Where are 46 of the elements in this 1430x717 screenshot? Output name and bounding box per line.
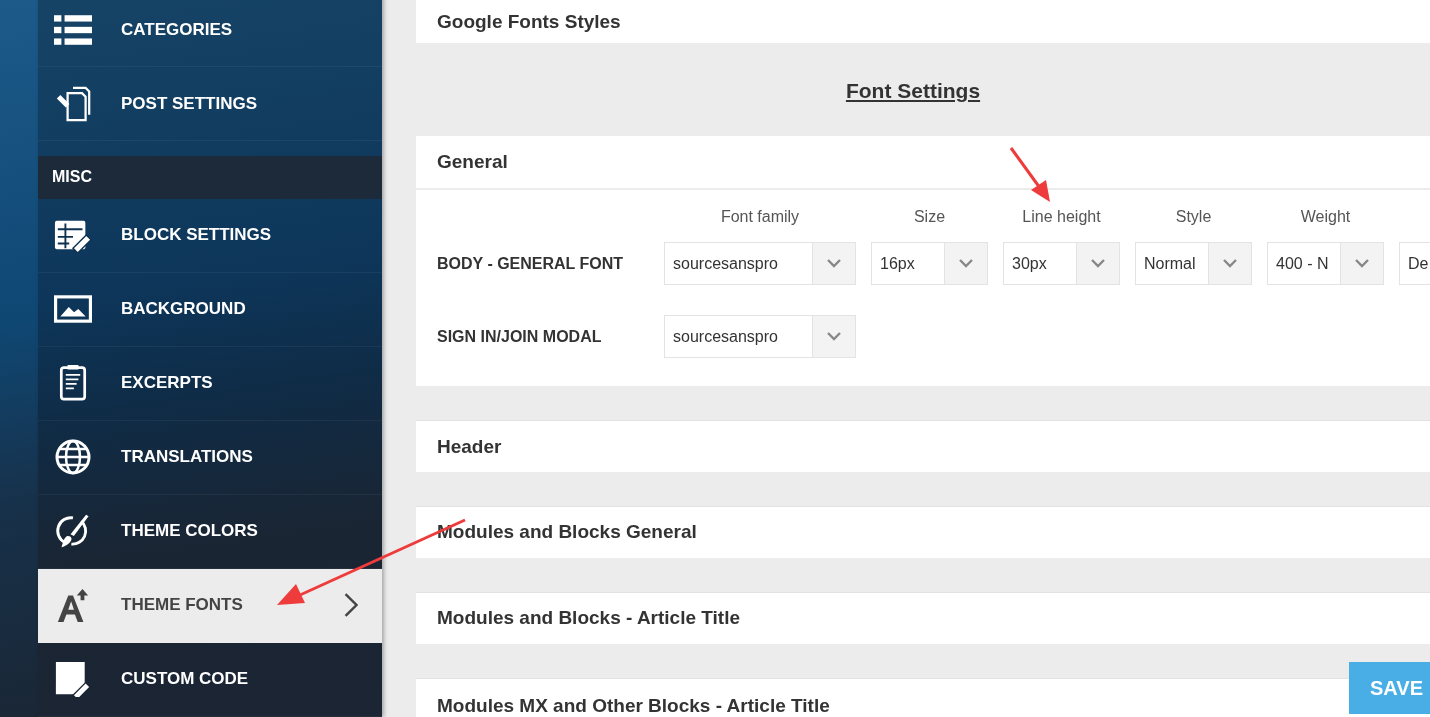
dropdown[interactable]: sourcesanspro [664,242,856,286]
dropdown[interactable]: sourcesanspro [664,315,856,359]
column-header: Size [912,208,947,227]
sidebar-heading: MISC [38,156,382,199]
column-header: Line height [1021,208,1102,227]
chevron-down-icon [1223,259,1237,269]
annotation-arrow [1009,147,1050,202]
sidebar-item[interactable]: BLOCK SETTINGS [38,198,382,273]
column-header: Font family [719,208,801,227]
section-title: General [437,151,508,174]
sidebar-item[interactable]: CATEGORIES [38,0,382,68]
chevron-down-icon [827,259,841,269]
dropdown[interactable]: 16px [871,242,988,286]
column-header: Weight [1299,208,1352,227]
column-header: Style [1174,208,1213,227]
chevron-right-icon [344,593,358,618]
globe-icon [54,439,92,476]
section-title: Modules and Blocks General [437,521,697,544]
section-panel[interactable]: Header [416,420,1430,472]
section-title: Header [437,435,502,458]
dropdown[interactable]: De [1399,242,1430,286]
sidebar-item[interactable]: BACKGROUND [38,272,382,347]
section-panel[interactable]: Google Fonts Styles [416,0,1430,44]
page-heading: Font Settings [844,79,982,104]
chevron-down-icon [827,332,841,342]
sidebar-item[interactable]: CUSTOM CODE [38,642,382,717]
documents-pencil-icon [54,85,92,122]
chevron-down-icon [1091,259,1105,269]
sidebar-item[interactable]: EXCERPTS [38,346,382,421]
section-panel[interactable]: Modules and Blocks - Article Title [416,591,1430,644]
section-title: Modules MX and Other Blocks - Article Title [437,695,830,717]
section-title: Google Fonts Styles [437,10,621,33]
note-pencil-icon [54,661,92,698]
section-panel[interactable]: Modules and Blocks General [416,506,1430,558]
chevron-down-icon [959,259,973,269]
section-title: Modules and Blocks - Article Title [437,607,740,630]
sidebar-item[interactable]: THEME FONTS [38,568,382,643]
field-label: BODY - GENERAL FONT [437,254,624,272]
sidebar-item[interactable]: THEME COLORS [38,494,382,569]
dropdown[interactable]: 30px [1003,242,1120,286]
field-label: SIGN IN/JOIN MODAL [437,327,602,345]
sidebar-item[interactable]: POST SETTINGS [38,67,382,142]
dropdown[interactable]: Normal [1135,242,1252,286]
dropdown[interactable]: 400 - N [1267,242,1384,286]
sidebar-item[interactable]: TRANSLATIONS [38,420,382,495]
chevron-down-icon [1355,259,1369,269]
